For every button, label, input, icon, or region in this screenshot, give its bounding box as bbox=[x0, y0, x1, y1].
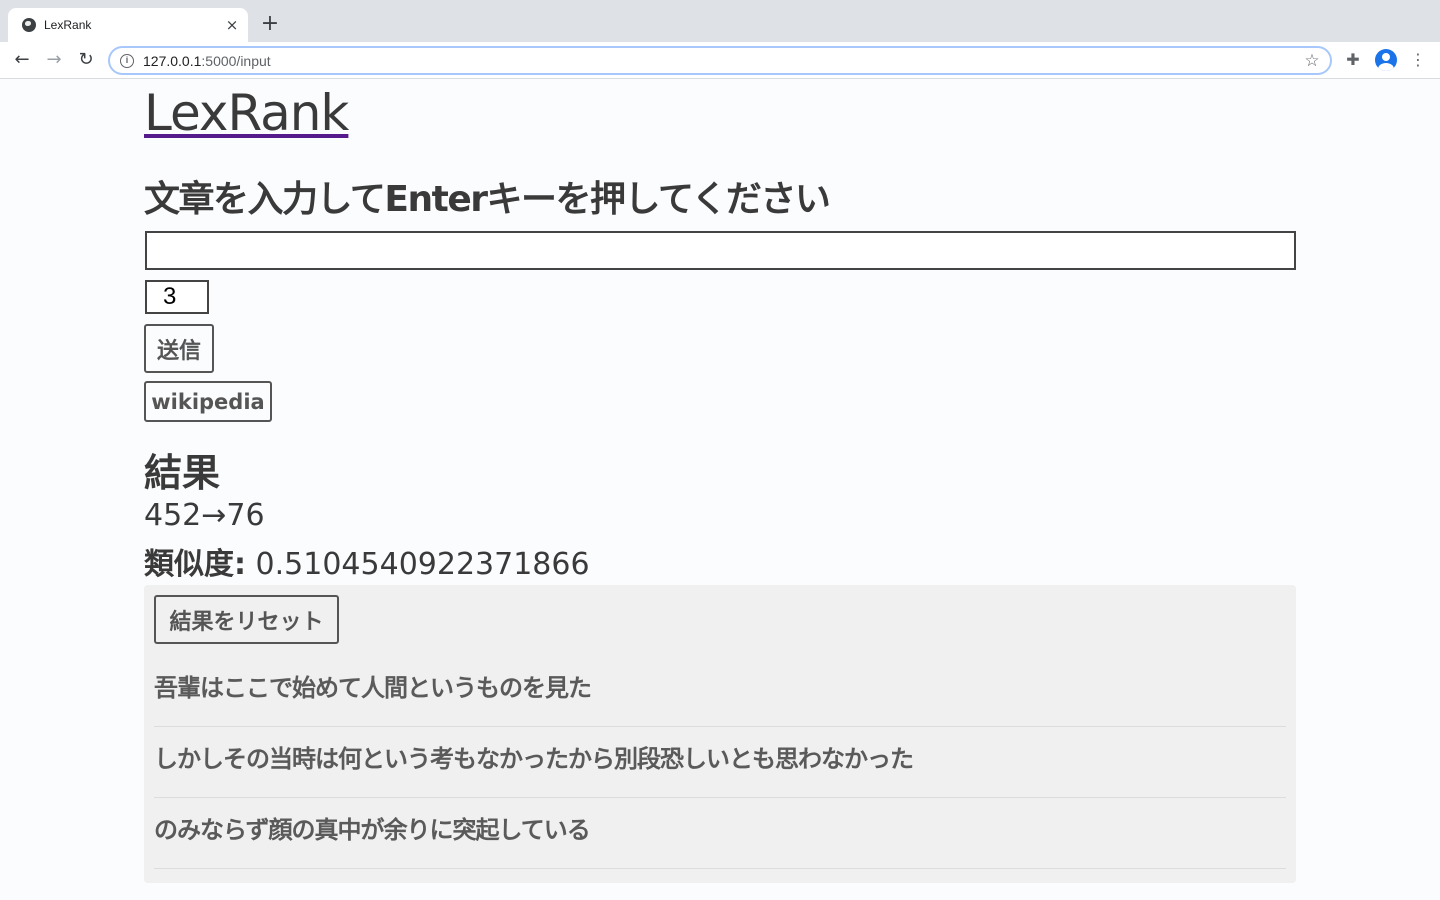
close-icon[interactable]: × bbox=[224, 17, 240, 33]
globe-icon bbox=[22, 18, 36, 32]
similarity-label: 類似度: bbox=[144, 547, 246, 582]
url-text[interactable]: 127.0.0.1:5000/input bbox=[143, 53, 1302, 69]
kebab-menu-icon[interactable]: ⋮ bbox=[1408, 50, 1428, 70]
list-item: しかしその当時は何という考もなかったから別段恐しいとも思わなかった bbox=[154, 727, 1286, 798]
tab-strip: LexRank × + bbox=[0, 0, 1440, 42]
wikipedia-button[interactable]: wikipedia bbox=[144, 381, 272, 422]
tab-title: LexRank bbox=[44, 18, 92, 32]
similarity-stat: 類似度: 0.5104540922371866 bbox=[144, 539, 590, 583]
submit-button[interactable]: 送信 bbox=[144, 324, 214, 373]
profile-icon[interactable] bbox=[1375, 49, 1397, 71]
star-icon[interactable]: ☆ bbox=[1302, 51, 1322, 71]
sentence-count-input[interactable]: 3 bbox=[145, 280, 209, 314]
url-path: :5000/input bbox=[201, 52, 271, 69]
page-content: LexRank 文章を入力してEnterキーを押してください 3 送信 wiki… bbox=[0, 80, 1440, 900]
arrow-right-icon[interactable]: → bbox=[42, 48, 66, 72]
summary-sentence-list: 吾輩はここで始めて人間というものを見た しかしその当時は何という考もなかったから… bbox=[154, 656, 1286, 869]
site-title-link[interactable]: LexRank bbox=[144, 84, 349, 142]
browser-toolbar: ← → ↻ i 127.0.0.1:5000/input ☆ ✚ ⋮ bbox=[0, 42, 1440, 79]
text-input[interactable] bbox=[145, 231, 1296, 270]
url-host: 127.0.0.1 bbox=[143, 52, 202, 69]
browser-tab[interactable]: LexRank × bbox=[8, 8, 248, 42]
reset-button[interactable]: 結果をリセット bbox=[154, 595, 339, 644]
reload-icon[interactable]: ↻ bbox=[74, 48, 98, 72]
result-heading: 結果 bbox=[144, 451, 221, 495]
result-panel: 結果をリセット 吾輩はここで始めて人間というものを見た しかしその当時は何という… bbox=[144, 585, 1296, 883]
address-bar[interactable]: i 127.0.0.1:5000/input ☆ bbox=[108, 46, 1332, 75]
new-tab-button[interactable]: + bbox=[258, 12, 282, 36]
puzzle-icon[interactable]: ✚ bbox=[1343, 50, 1363, 70]
similarity-value: 0.5104540922371866 bbox=[255, 547, 590, 582]
info-icon[interactable]: i bbox=[120, 53, 134, 68]
prompt-heading: 文章を入力してEnterキーを押してください bbox=[144, 179, 831, 220]
list-item: のみならず顔の真中が余りに突起している bbox=[154, 798, 1286, 869]
arrow-left-icon[interactable]: ← bbox=[10, 48, 34, 72]
list-item: 吾輩はここで始めて人間というものを見た bbox=[154, 656, 1286, 727]
char-count-stat: 452→76 bbox=[144, 498, 265, 533]
